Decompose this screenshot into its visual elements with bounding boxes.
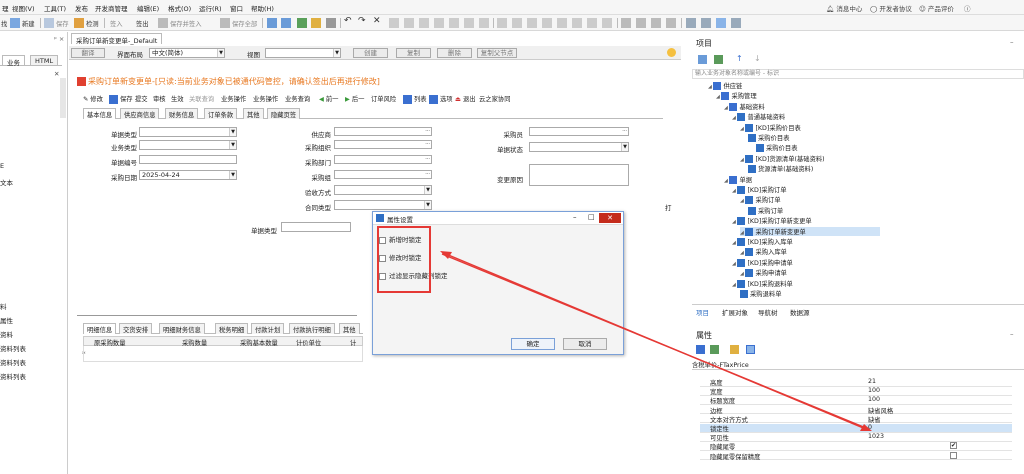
annotation-arrows xyxy=(440,251,872,431)
arrow-line-2 xyxy=(441,253,867,429)
